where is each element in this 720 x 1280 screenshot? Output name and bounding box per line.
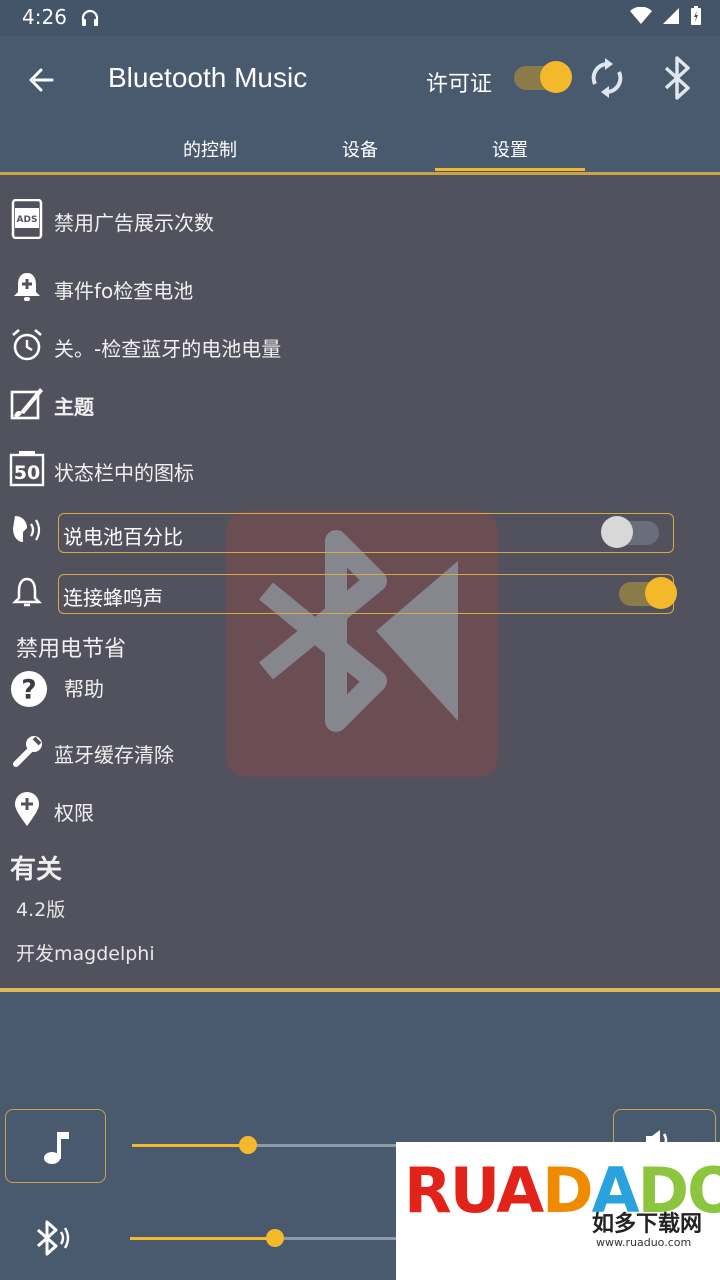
tab-settings[interactable]: 设置: [435, 136, 585, 162]
status-bar: 4:26: [0, 0, 720, 36]
version-text: 4.2版: [16, 899, 66, 921]
voice-speak-icon: [8, 512, 46, 550]
svg-text:?: ?: [21, 675, 36, 706]
ads-phone-icon: ADS: [8, 199, 46, 239]
signal-icon: [663, 8, 679, 24]
tab-controls[interactable]: 的控制: [135, 136, 285, 162]
event-battery-label: 事件fo检查电池: [54, 279, 194, 303]
tab-indicator: [435, 168, 585, 171]
disable-ads-label: 禁用广告展示次数: [54, 211, 214, 235]
headphones-icon: [80, 8, 100, 32]
bell-icon: [8, 574, 46, 612]
license-label: 许可证: [426, 72, 493, 97]
bluetooth-icon[interactable]: [662, 56, 692, 104]
theme-label: 主题: [54, 395, 94, 419]
battery-alert-bell-icon: [8, 268, 46, 306]
status-bar-number-icon: 50: [8, 450, 46, 488]
alarm-clock-icon: [8, 326, 46, 364]
status-icon-label: 状态栏中的图标: [54, 461, 194, 485]
developer-text: 开发magdelphi: [16, 943, 155, 965]
music-note-icon: [44, 1132, 69, 1164]
help-icon: ?: [10, 670, 48, 708]
app-title: Bluetooth Music: [108, 62, 308, 93]
app-bar: Bluetooth Music 许可证 的控制 设备 设置: [0, 36, 720, 172]
bluetooth-volume-slider[interactable]: [130, 1229, 420, 1247]
music-button[interactable]: [5, 1109, 106, 1183]
help-label: 帮助: [64, 677, 104, 701]
ad-cn-text: 如多下载网: [592, 1212, 703, 1237]
svg-text:ADS: ADS: [17, 215, 38, 225]
settings-panel: ADS 禁用广告展示次数 事件fo检查电池 关。-检查蓝牙的电池电量 主题 50…: [0, 172, 720, 992]
speak-battery-label: 说电池百分比: [63, 525, 183, 549]
ad-banner[interactable]: RUADADO 如多下载网 www.ruaduo.com: [396, 1142, 720, 1280]
tab-bar: 的控制 设备 设置: [0, 128, 720, 172]
wrench-icon: [8, 732, 46, 770]
music-volume-slider[interactable]: [132, 1136, 422, 1154]
bluetooth-audio-icon: [34, 1218, 74, 1262]
connect-beep-toggle[interactable]: [619, 577, 677, 609]
status-time: 4:26: [22, 5, 67, 29]
license-toggle[interactable]: [514, 61, 572, 93]
check-bt-battery-label: 关。-检查蓝牙的电池电量: [54, 337, 282, 361]
svg-text:50: 50: [14, 462, 40, 484]
back-arrow-icon[interactable]: [24, 62, 60, 98]
permissions-label: 权限: [54, 801, 94, 825]
refresh-icon[interactable]: [588, 58, 626, 102]
connect-beep-setting[interactable]: 连接蜂鸣声: [58, 574, 677, 614]
speak-battery-toggle[interactable]: [601, 516, 659, 548]
location-plus-icon: [8, 790, 46, 828]
tab-devices[interactable]: 设备: [285, 136, 435, 162]
connect-beep-label: 连接蜂鸣声: [63, 586, 163, 610]
about-header: 有关: [10, 855, 63, 885]
clear-bt-cache-label: 蓝牙缓存清除: [54, 743, 174, 767]
disable-power-saving-item[interactable]: 禁用电节省: [16, 631, 126, 663]
wifi-icon: [630, 7, 652, 24]
battery-icon: [691, 6, 701, 25]
brush-icon: [8, 384, 46, 422]
ad-url: www.ruaduo.com: [596, 1236, 692, 1249]
speak-battery-setting[interactable]: 说电池百分比: [58, 513, 674, 553]
